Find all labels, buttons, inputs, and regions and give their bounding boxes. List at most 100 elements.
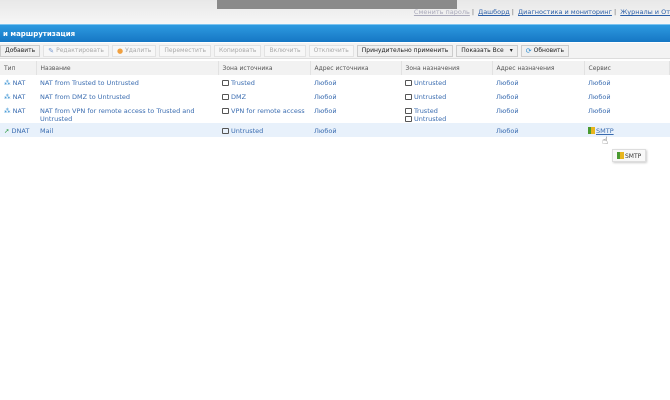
zone-label[interactable]: DMZ — [231, 93, 246, 101]
top-links: Сменить пароль | Дашборд | Диагностика и м… — [413, 8, 670, 16]
name-cell[interactable]: NAT from DMZ to Untrusted — [36, 89, 218, 103]
add-button[interactable]: Добавить — [0, 44, 41, 57]
rule-name[interactable]: NAT from VPN for remote access to Truste… — [40, 107, 195, 123]
toolbar: Добавить ✎ Редактировать ● Удалить Перемес… — [0, 43, 670, 59]
delete-button[interactable]: ● Удалить — [111, 44, 157, 57]
table-row[interactable]: ⁂ NAT NAT from Trusted to Untrusted Trus… — [0, 75, 670, 89]
service-link[interactable]: Любой — [588, 79, 611, 87]
page-title: и маршрутизация — [0, 24, 670, 42]
nat-icon: ⁂ — [4, 93, 11, 101]
dst-addr[interactable]: Любой — [496, 127, 519, 135]
table-row[interactable]: ⁂ NAT NAT from DMZ to Untrusted DMZ Любо… — [0, 89, 670, 103]
dst-addr-cell: Любой — [492, 123, 584, 137]
table-row[interactable]: ➚ DNAT Mail Untrusted Любой Любой SMTP — [0, 123, 670, 137]
column-header[interactable]: Зона источника — [218, 61, 311, 75]
refresh-label: Обновить — [533, 47, 565, 54]
column-header[interactable]: Тип — [0, 61, 37, 75]
dst-addr[interactable]: Любой — [496, 93, 519, 101]
column-header[interactable]: Адрес назначения — [492, 61, 585, 75]
link-change-password[interactable]: Сменить пароль — [414, 8, 470, 16]
dnat-icon: ➚ — [4, 127, 10, 135]
type-cell: ⁂ NAT — [0, 75, 36, 89]
service-icon — [588, 127, 595, 134]
column-header[interactable]: Сервис — [584, 61, 670, 75]
dst-addr-cell: Любой — [492, 103, 584, 123]
disable-button[interactable]: Отключить — [308, 44, 354, 57]
nat-icon: ⁂ — [4, 79, 11, 87]
service-link[interactable]: Любой — [588, 107, 611, 115]
force-apply-label: Принудительно применить — [361, 47, 449, 54]
dst-zone-cell: Untrusted — [401, 89, 492, 103]
service-cell: Любой — [584, 103, 670, 123]
move-button[interactable]: Переместить — [159, 44, 211, 57]
chevron-down-icon: ▾ — [509, 47, 513, 54]
zone-label[interactable]: VPN for remote access — [231, 107, 305, 115]
src-zone-cell: VPN for remote access — [218, 103, 310, 123]
nat-icon: ⁂ — [4, 107, 11, 115]
dst-addr[interactable]: Любой — [496, 79, 519, 87]
type-cell: ➚ DNAT — [0, 123, 36, 137]
zone-icon — [222, 108, 229, 114]
top-bar: Сменить пароль | Дашборд | Диагностика и м… — [0, 0, 670, 24]
dst-addr-cell: Любой — [492, 75, 584, 89]
zone-icon — [405, 80, 412, 86]
refresh-button[interactable]: ⟳ Обновить — [520, 44, 570, 57]
service-cell: Любой — [584, 75, 670, 89]
link-dashboard[interactable]: Дашборд — [478, 8, 510, 16]
zone-icon — [222, 128, 229, 134]
edit-button[interactable]: ✎ Редактировать — [43, 44, 109, 57]
edit-label: Редактировать — [56, 47, 104, 54]
service-icon — [617, 152, 624, 159]
name-cell[interactable]: NAT from Trusted to Untrusted — [36, 75, 218, 89]
zone-icon — [405, 116, 412, 122]
service-cell: Любой — [584, 89, 670, 103]
zone-label[interactable]: Trusted — [414, 107, 438, 115]
enable-label: Включить — [269, 47, 301, 54]
type-cell: ⁂ NAT — [0, 89, 36, 103]
link-logs[interactable]: Журналы и От — [620, 8, 670, 16]
type-label: NAT — [12, 93, 26, 101]
zone-label[interactable]: Trusted — [231, 79, 255, 87]
service-link[interactable]: Любой — [588, 93, 611, 101]
zone-label[interactable]: Untrusted — [414, 79, 446, 87]
type-label: NAT — [12, 79, 26, 87]
src-addr[interactable]: Любой — [314, 93, 337, 101]
name-cell[interactable]: Mail — [36, 123, 218, 137]
dst-addr-cell: Любой — [492, 89, 584, 103]
type-label: DNAT — [11, 127, 30, 135]
dst-addr[interactable]: Любой — [496, 107, 519, 115]
type-label: NAT — [12, 107, 26, 115]
rules-table: Тип Название Зона источника Адрес источника… — [0, 61, 670, 137]
dst-zone-cell — [401, 123, 492, 137]
zone-label[interactable]: Untrusted — [414, 93, 446, 101]
enable-button[interactable]: Включить — [264, 44, 306, 57]
add-label: Добавить — [5, 47, 36, 54]
name-cell[interactable]: NAT from VPN for remote access to Truste… — [36, 103, 218, 123]
rule-name[interactable]: NAT from DMZ to Untrusted — [40, 93, 130, 101]
column-header[interactable]: Адрес источника — [310, 61, 402, 75]
tooltip-text: SMTP — [625, 153, 642, 160]
show-all-dropdown[interactable]: Показать Все ▾ — [456, 44, 518, 57]
column-header[interactable]: Название — [36, 61, 219, 75]
zone-label[interactable]: Untrusted — [231, 127, 263, 135]
column-header[interactable]: Зона назначения — [401, 61, 493, 75]
mouse-cursor: ☝ — [602, 136, 609, 147]
src-addr-cell: Любой — [310, 75, 401, 89]
refresh-icon: ⟳ — [525, 46, 532, 55]
show-all-label: Показать Все — [461, 47, 504, 54]
delete-icon: ● — [116, 46, 124, 55]
src-addr[interactable]: Любой — [314, 107, 337, 115]
link-diagnostics[interactable]: Диагностика и мониторинг — [518, 8, 612, 16]
src-addr[interactable]: Любой — [314, 79, 337, 87]
rule-name[interactable]: Mail — [40, 127, 53, 135]
src-addr[interactable]: Любой — [314, 127, 337, 135]
zone-icon — [405, 108, 412, 114]
src-zone-cell: Trusted — [218, 75, 310, 89]
zone-label[interactable]: Untrusted — [414, 115, 446, 123]
rule-name[interactable]: NAT from Trusted to Untrusted — [40, 79, 139, 87]
copy-button[interactable]: Копировать — [213, 44, 262, 57]
table-row[interactable]: ⁂ NAT NAT from VPN for remote access to … — [0, 103, 670, 123]
service-link[interactable]: SMTP — [596, 127, 614, 135]
force-apply-button[interactable]: Принудительно применить — [356, 44, 454, 57]
src-addr-cell: Любой — [310, 123, 401, 137]
